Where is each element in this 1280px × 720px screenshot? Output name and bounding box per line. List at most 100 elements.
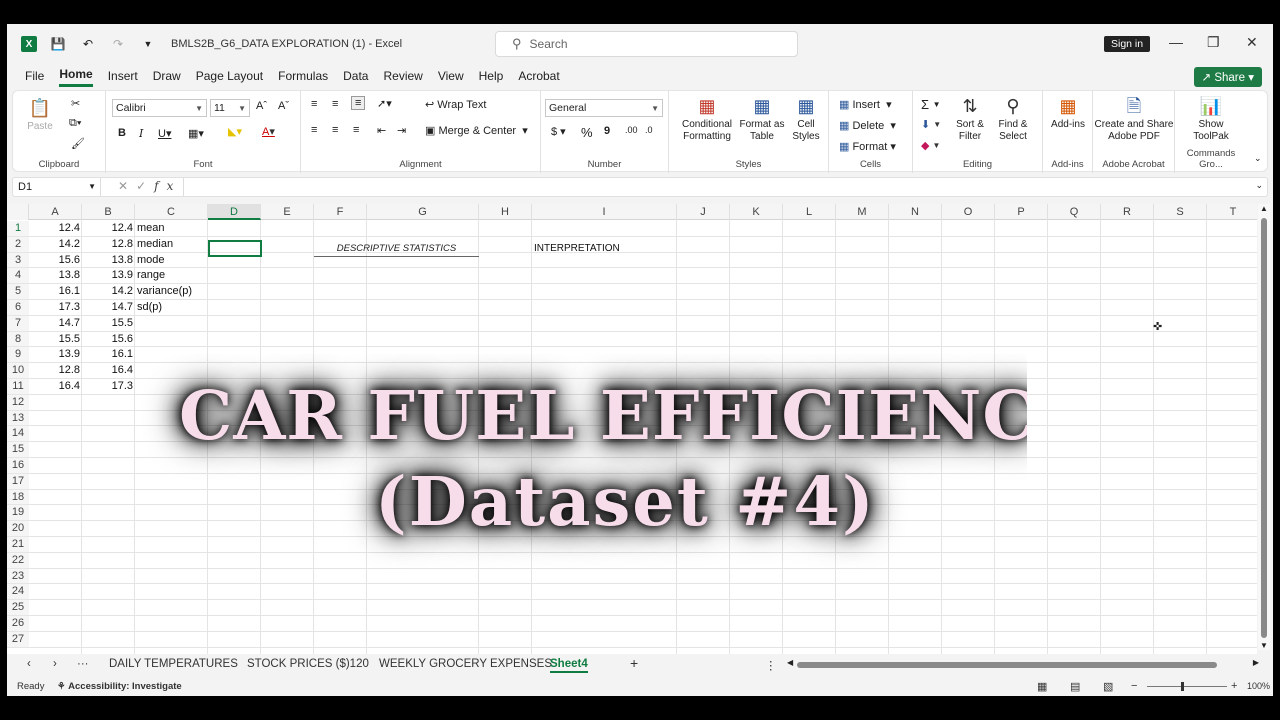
underline-icon[interactable]: U▾ xyxy=(158,127,171,140)
row-header-5[interactable]: 5 xyxy=(7,284,29,300)
cell-a5[interactable]: 16.1 xyxy=(29,284,80,300)
scroll-right-icon[interactable]: ▶ xyxy=(1253,658,1259,667)
vertical-scrollbar[interactable]: ▲ ▼ xyxy=(1258,204,1270,650)
addins-button[interactable]: ▦ Add-ins xyxy=(1045,95,1091,131)
sheet-tab-daily-temperatures[interactable]: DAILY TEMPERATURES xyxy=(109,658,238,670)
fill-icon[interactable]: ⬇ ▼ xyxy=(921,118,941,131)
cell-b7[interactable]: 15.5 xyxy=(82,316,133,332)
cell-a3[interactable]: 15.6 xyxy=(29,253,80,269)
sheet-tab-stock-prices[interactable]: STOCK PRICES ($)120 xyxy=(247,658,369,670)
decrease-decimal-icon[interactable]: .0 xyxy=(645,125,653,135)
tab-review[interactable]: Review xyxy=(383,69,422,86)
column-header-l[interactable]: L xyxy=(783,204,836,220)
insert-cells-button[interactable]: ▦ Insert ▾ xyxy=(839,98,892,112)
cell-c2[interactable]: median xyxy=(137,237,210,253)
row-header-25[interactable]: 25 xyxy=(7,600,29,616)
collapse-ribbon-icon[interactable]: ⌄ xyxy=(1254,153,1262,164)
increase-indent-icon[interactable]: ⇥ xyxy=(397,124,406,137)
zoom-slider[interactable] xyxy=(1147,686,1227,687)
restore-icon[interactable]: ❐ xyxy=(1207,34,1220,51)
clear-icon[interactable]: ◆ ▼ xyxy=(921,139,940,152)
font-name-select[interactable]: Calibri ▼ xyxy=(112,99,207,117)
sign-in-button[interactable]: Sign in xyxy=(1104,36,1151,52)
paste-button[interactable]: 📋 Paste xyxy=(25,97,55,133)
row-header-2[interactable]: 2 xyxy=(7,236,29,253)
delete-cells-button[interactable]: ▦ Delete ▾ xyxy=(839,119,896,133)
column-header-t[interactable]: T xyxy=(1207,204,1257,220)
wrap-text-button[interactable]: ↩ Wrap Text xyxy=(425,98,486,112)
column-header-r[interactable]: R xyxy=(1101,204,1154,220)
align-middle-icon[interactable]: ≡ xyxy=(332,98,338,110)
orientation-icon[interactable]: ➚▾ xyxy=(377,97,392,110)
row-header-3[interactable]: 3 xyxy=(7,252,29,269)
cell-a7[interactable]: 14.7 xyxy=(29,316,80,332)
zoom-in-icon[interactable]: + xyxy=(1231,680,1237,692)
row-header-27[interactable]: 27 xyxy=(7,631,29,648)
decrease-indent-icon[interactable]: ⇤ xyxy=(377,124,386,137)
column-header-q[interactable]: Q xyxy=(1048,204,1101,220)
column-header-c[interactable]: C xyxy=(135,204,208,220)
conditional-formatting-button[interactable]: ▦ Conditional Formatting xyxy=(677,95,737,143)
normal-view-icon[interactable]: ▦ xyxy=(1037,680,1047,693)
column-header-s[interactable]: S xyxy=(1154,204,1207,220)
italic-icon[interactable]: I xyxy=(139,127,143,140)
cell-a10[interactable]: 12.8 xyxy=(29,363,80,379)
comma-icon[interactable]: 9 xyxy=(604,125,610,137)
column-header-o[interactable]: O xyxy=(942,204,995,220)
tab-draw[interactable]: Draw xyxy=(153,69,181,86)
sheet-tab-sheet4[interactable]: Sheet4 xyxy=(550,658,588,673)
row-header-1[interactable]: 1 xyxy=(7,221,29,237)
column-header-m[interactable]: M xyxy=(836,204,889,220)
copy-icon[interactable]: ⧉▾ xyxy=(69,117,81,130)
cell-b2[interactable]: 12.8 xyxy=(82,237,133,253)
cell-c5[interactable]: variance(p) xyxy=(137,284,210,300)
cell-b8[interactable]: 15.6 xyxy=(82,332,133,348)
bold-icon[interactable]: B xyxy=(118,127,126,139)
cell-a2[interactable]: 14.2 xyxy=(29,237,80,253)
tab-insert[interactable]: Insert xyxy=(108,69,138,86)
undo-icon[interactable]: ↶ xyxy=(79,35,97,53)
autosum-icon[interactable]: Σ ▼ xyxy=(921,97,941,112)
row-header-17[interactable]: 17 xyxy=(7,473,29,490)
column-header-i[interactable]: I xyxy=(532,204,677,220)
tab-acrobat[interactable]: Acrobat xyxy=(518,69,559,86)
format-as-table-button[interactable]: ▦ Format as Table xyxy=(739,95,785,143)
cell-b3[interactable]: 13.8 xyxy=(82,253,133,269)
cell-a8[interactable]: 15.5 xyxy=(29,332,80,348)
page-layout-view-icon[interactable]: ▤ xyxy=(1070,680,1080,693)
cut-icon[interactable]: ✂ xyxy=(71,97,80,110)
tab-help[interactable]: Help xyxy=(479,69,504,86)
cell-a11[interactable]: 16.4 xyxy=(29,379,80,395)
column-header-k[interactable]: K xyxy=(730,204,783,220)
row-header-15[interactable]: 15 xyxy=(7,442,29,458)
row-header-18[interactable]: 18 xyxy=(7,489,29,506)
share-button[interactable]: ↗ Share ▾ xyxy=(1193,67,1262,87)
redo-icon[interactable]: ↷ xyxy=(109,35,127,53)
sheet-tab-weekly-grocery[interactable]: WEEKLY GROCERY EXPENSES xyxy=(379,658,552,670)
increase-font-icon[interactable]: Aˆ xyxy=(256,100,267,112)
zoom-slider-thumb[interactable] xyxy=(1181,682,1184,691)
cell-b5[interactable]: 14.2 xyxy=(82,284,133,300)
row-header-13[interactable]: 13 xyxy=(7,410,29,427)
sort-filter-button[interactable]: ⇅ Sort & Filter xyxy=(951,95,989,143)
tab-formulas[interactable]: Formulas xyxy=(278,69,328,86)
align-top-icon[interactable]: ≡ xyxy=(311,98,317,110)
font-color-icon[interactable]: A ▾ xyxy=(262,125,275,139)
align-right-icon[interactable]: ≡ xyxy=(353,124,359,136)
find-select-button[interactable]: ⚲ Find & Select xyxy=(993,95,1033,143)
accessibility-status[interactable]: ⚘ Accessibility: Investigate xyxy=(57,681,182,692)
row-header-9[interactable]: 9 xyxy=(7,347,29,364)
worksheet-grid[interactable]: ABCDEFGHIJKLMNOPQRST 1 2 3 4 5 6 7 8 9 10 11 12 13 14… xyxy=(7,204,1257,662)
save-icon[interactable]: 💾 xyxy=(49,35,67,53)
column-header-f[interactable]: F xyxy=(314,204,367,220)
align-center-icon[interactable]: ≡ xyxy=(332,124,338,136)
scroll-down-icon[interactable]: ▼ xyxy=(1260,641,1268,650)
fill-color-icon[interactable]: ◣▾ xyxy=(228,125,242,138)
decrease-font-icon[interactable]: Aˇ xyxy=(278,100,289,112)
cell-c6[interactable]: sd(p) xyxy=(137,300,210,316)
select-all-corner[interactable] xyxy=(7,204,29,220)
format-cells-button[interactable]: ▦ Format ▾ xyxy=(839,140,896,154)
column-header-p[interactable]: P xyxy=(995,204,1048,220)
selected-cell-d1[interactable] xyxy=(208,240,262,257)
cell-b10[interactable]: 16.4 xyxy=(82,363,133,379)
